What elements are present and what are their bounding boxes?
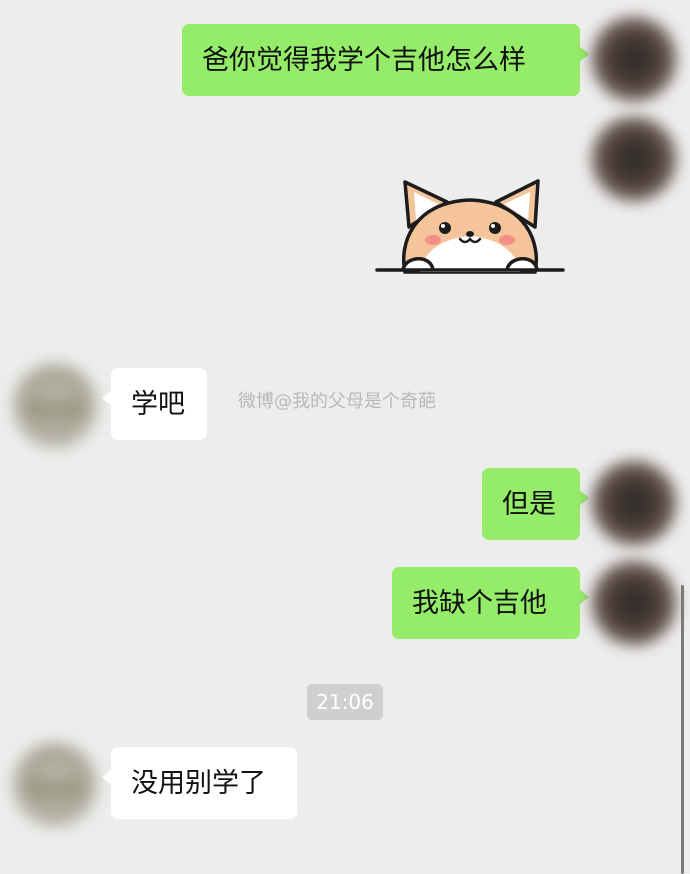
sent-message-bubble[interactable]: 我缺个吉他 [392, 567, 589, 639]
sent-message-bubble[interactable]: 但是 [482, 468, 589, 540]
cat-peeking-sticker[interactable] [375, 172, 565, 282]
message-timestamp: 21:06 [307, 684, 383, 720]
message-text: 我缺个吉他 [412, 587, 547, 619]
message-text: 学吧 [131, 388, 185, 420]
scrollbar[interactable] [681, 585, 684, 874]
message-text: 但是 [502, 488, 556, 520]
weibo-watermark: 微博@我的父母是个奇葩 [238, 391, 436, 412]
my-avatar[interactable] [591, 116, 677, 202]
sent-message-bubble[interactable]: 爸你觉得我学个吉他怎么样 [182, 24, 589, 96]
message-text: 爸你觉得我学个吉他怎么样 [202, 44, 526, 76]
my-avatar[interactable] [591, 460, 677, 546]
my-avatar[interactable] [591, 560, 677, 646]
received-message-bubble[interactable]: 没用别学了 [102, 747, 297, 819]
dad-avatar[interactable] [12, 742, 98, 828]
my-avatar[interactable] [591, 16, 677, 102]
dad-avatar[interactable] [12, 363, 98, 449]
message-text: 没用别学了 [131, 767, 266, 799]
received-message-bubble[interactable]: 学吧 [102, 368, 207, 440]
cat-sticker-image [375, 179, 565, 274]
